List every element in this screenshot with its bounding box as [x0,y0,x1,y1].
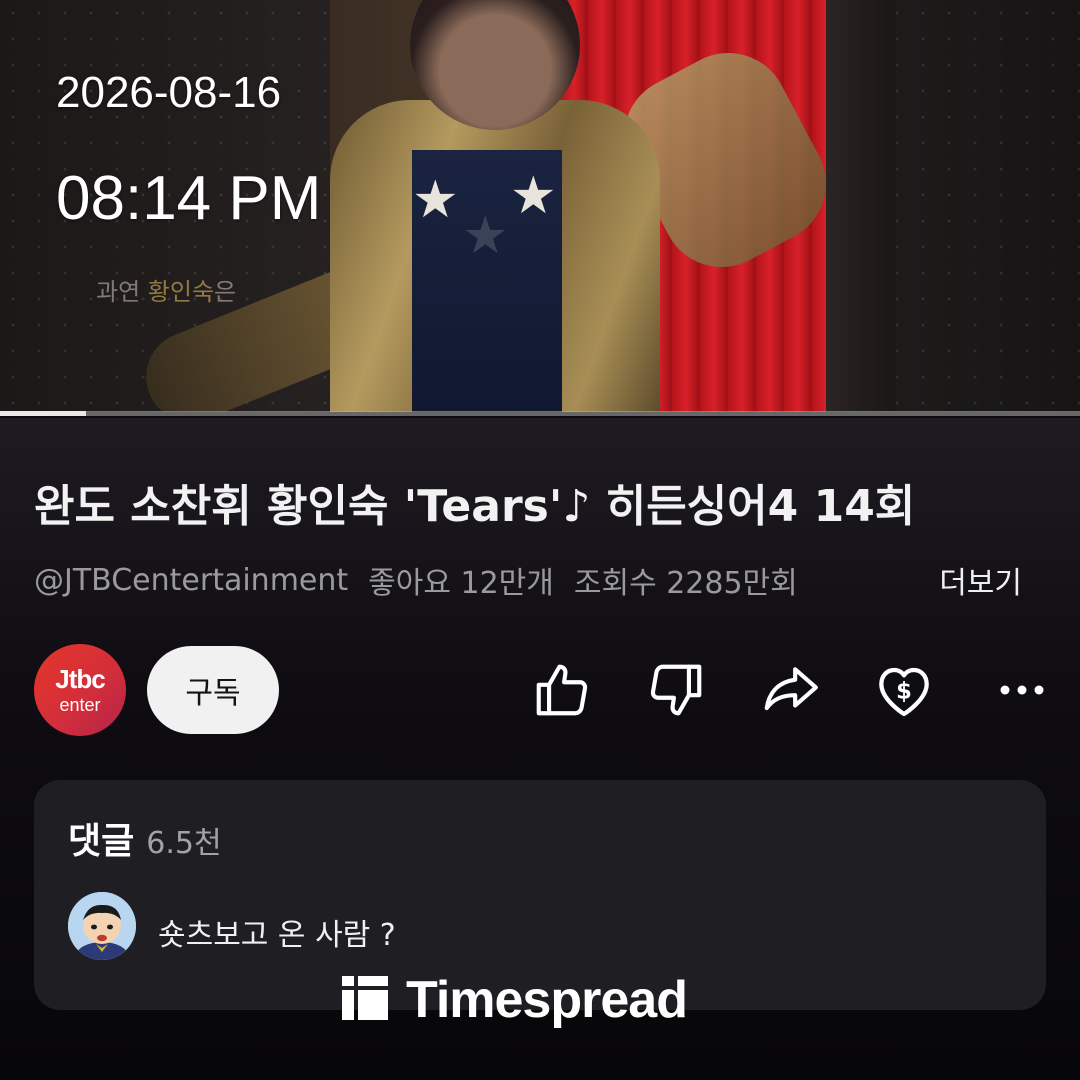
more-icon[interactable] [988,656,1056,724]
video-meta-row[interactable]: @JTBCentertainment 좋아요 12만개 조회수 2285만회 더… [34,558,1044,602]
top-comment-text: 숏츠보고 온 사람 ? [158,918,396,953]
overlay-date: 2026-08-16 [56,68,282,117]
video-progress-bar[interactable] [0,411,1080,416]
channel-logo-subtext: enter [59,695,101,715]
star-decoration-icon: ★ [412,170,459,230]
channel-handle[interactable]: @JTBCentertainment [34,563,348,598]
subtitle-suffix: 은 [214,278,237,306]
video-subtitle: 과연 황인숙은 [96,272,236,307]
overlay-time: 08:14 PM [56,164,322,233]
channel-logo-text: Jtbc [55,664,105,694]
share-icon[interactable] [756,656,824,724]
commenter-avatar[interactable] [68,892,136,960]
comments-label: 댓글 [68,821,135,862]
timespread-logo-icon [342,976,388,1024]
channel-avatar[interactable]: Jtbc enter [34,644,126,736]
dislike-icon[interactable] [642,656,710,724]
like-icon[interactable] [528,656,596,724]
subscribe-button[interactable]: 구독 [147,646,279,734]
view-count: 조회수 2285만회 [573,566,798,601]
star-decoration-icon: ★ [510,166,557,226]
watermark-brand: Timespread [406,971,688,1029]
comments-header: 댓글 6.5천 [68,812,222,864]
video-progress-fill [0,411,87,416]
star-decoration-icon: ★ [462,206,509,266]
more-button[interactable]: 더보기 [939,558,1022,602]
video-curtain-edge [826,0,896,412]
subtitle-highlight: 황인숙 [147,278,215,306]
comments-count: 6.5천 [146,826,222,861]
subtitle-prefix: 과연 [96,278,148,306]
like-count: 좋아요 12만개 [368,566,554,601]
timespread-watermark: Timespread [342,971,688,1029]
svg-text:$: $ [896,679,912,705]
video-title[interactable]: 완도 소찬휘 황인숙 'Tears'♪ 히든싱어4 14회 [34,470,915,534]
thanks-icon[interactable]: $ [870,656,938,724]
